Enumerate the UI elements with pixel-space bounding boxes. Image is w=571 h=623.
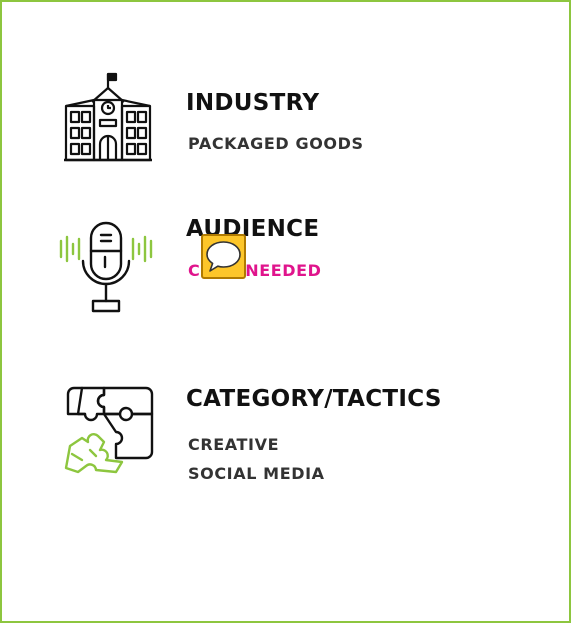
category-value-creative: CREATIVE [188, 435, 280, 454]
microphone-icon [59, 221, 153, 313]
speech-bubble-icon [206, 241, 241, 272]
industry-heading: INDUSTRY [186, 90, 320, 116]
industry-value: PACKAGED GOODS [188, 134, 364, 153]
comment-badge[interactable] [201, 234, 246, 279]
school-building-icon [64, 72, 152, 162]
category-tactics-heading: CATEGORY/TACTICS [186, 386, 442, 412]
puzzle-icon [64, 386, 154, 474]
info-card: INDUSTRY PACKAGED GOODS AUDIENCE COPY NE… [0, 0, 571, 623]
category-value-social-media: SOCIAL MEDIA [188, 464, 325, 483]
